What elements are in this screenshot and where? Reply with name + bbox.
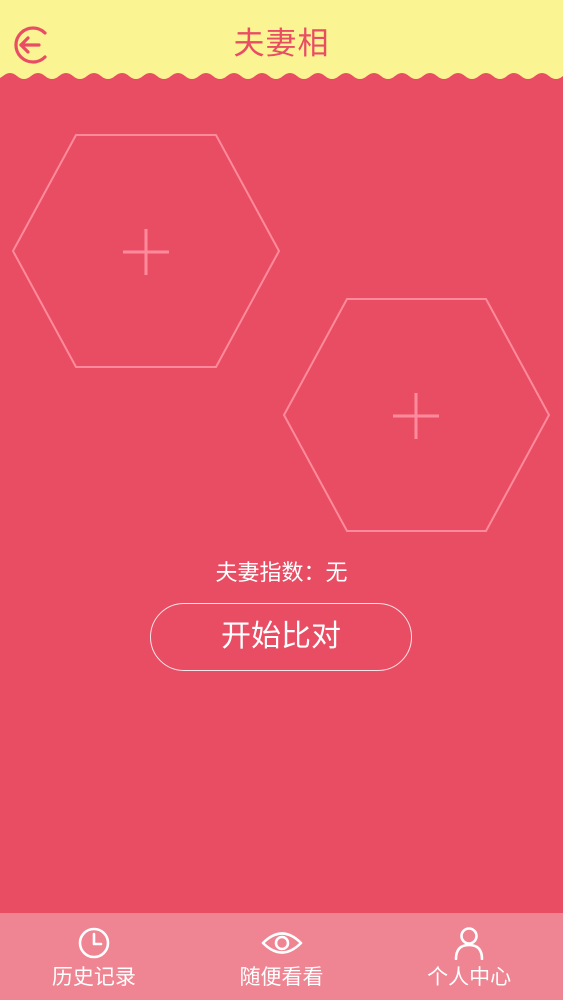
page-title: 夫妻相 (233, 26, 330, 62)
hexagon-frame (282, 298, 551, 532)
nav-label-browse: 随便看看 (239, 965, 324, 989)
nav-item-browse[interactable]: 随便看看 (188, 913, 376, 1000)
couple-index-text: 夫妻指数：无 (215, 561, 348, 586)
nav-label-history: 历史记录 (51, 965, 136, 989)
plus-icon (123, 229, 169, 275)
eye-icon (261, 932, 302, 954)
nav-item-profile[interactable]: 个人中心 (375, 913, 563, 1000)
photo-slot-1[interactable] (10, 133, 282, 369)
plus-icon (393, 393, 439, 439)
user-icon (454, 927, 484, 960)
nav-item-history[interactable]: 历史记录 (0, 913, 188, 1000)
start-compare-button[interactable]: 开始比对 (150, 603, 412, 671)
header-bar: 夫妻相 (0, 0, 563, 86)
bottom-nav: 历史记录 随便看看 个人中心 (0, 913, 563, 1000)
hexagon-frame (11, 134, 281, 368)
nav-label-profile: 个人中心 (427, 965, 512, 989)
clock-icon (78, 927, 110, 959)
photo-slot-2[interactable] (282, 297, 552, 533)
